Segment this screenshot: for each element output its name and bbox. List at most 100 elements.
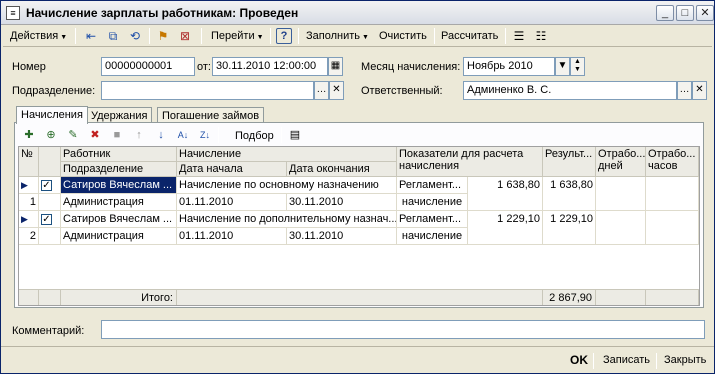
accrual-cell[interactable]: Начисление по дополнительному назнач...	[177, 211, 397, 228]
date-start-cell[interactable]: 01.11.2010	[177, 194, 287, 211]
header-date-start[interactable]: Дата начала	[177, 162, 287, 177]
selection-button[interactable]: Подбор	[235, 130, 274, 142]
structure-icon[interactable]: ⧉	[105, 28, 121, 44]
indicator-name-cell[interactable]: Регламент...	[397, 177, 468, 194]
month-field[interactable]: Ноябрь 2010	[463, 57, 555, 76]
help-icon[interactable]: ?	[276, 28, 292, 44]
fill-menu[interactable]: Заполнить ▼	[303, 27, 372, 45]
calendar-icon[interactable]: ▦	[328, 57, 343, 76]
date-field[interactable]: 30.11.2010 12:00:00	[212, 57, 328, 76]
separator	[656, 353, 657, 369]
department-label: Подразделение:	[12, 85, 96, 97]
clear-x-icon[interactable]: ✕	[329, 81, 344, 100]
footer-total-value: 2 867,90	[543, 289, 596, 305]
post-icon[interactable]: ⚑	[155, 28, 171, 44]
save-button[interactable]: Записать	[600, 351, 653, 370]
clear-button[interactable]: Очистить	[376, 27, 430, 45]
chevron-down-icon[interactable]: ▼	[555, 57, 570, 76]
separator	[270, 28, 271, 44]
comment-field[interactable]	[101, 320, 705, 339]
tab-panel: ✚ ⊕ ✎ ✖ ■ ↑ ↓ A↓ Z↓ Подбор ▤ № Работник …	[14, 122, 704, 308]
delete-row-icon[interactable]: ✖	[87, 127, 103, 143]
result-cell[interactable]: 1 638,80	[543, 177, 596, 211]
responsible-field[interactable]: Админенко В. С.	[463, 81, 677, 100]
header-result[interactable]: Результ...	[543, 147, 596, 177]
row-number: 1	[19, 194, 39, 211]
report-icon[interactable]: ▤	[287, 127, 303, 143]
maximize-icon[interactable]: □	[676, 5, 694, 21]
list-view-icon[interactable]: ☰	[511, 28, 527, 44]
row-checkbox[interactable]: ✓	[39, 177, 61, 194]
header-department[interactable]: Подразделение	[61, 162, 177, 177]
unpost-icon[interactable]: ⊠	[177, 28, 193, 44]
close-icon[interactable]: ✕	[696, 5, 714, 21]
result-cell[interactable]: 1 229,10	[543, 211, 596, 245]
move-up-icon[interactable]: ↑	[131, 127, 147, 143]
select-ellipsis-icon[interactable]: …	[677, 81, 692, 100]
header-indicators[interactable]: Показатели для расчета начисления	[397, 147, 543, 177]
hours-cell[interactable]	[646, 177, 699, 211]
goto-menu[interactable]: Перейти ▼	[208, 27, 267, 45]
number-field[interactable]: 00000000001	[101, 57, 195, 76]
header-days[interactable]: Отрабо... дней	[596, 147, 646, 177]
end-edit-icon[interactable]: ■	[109, 127, 125, 143]
number-label: Номер	[12, 61, 46, 73]
tab-accruals[interactable]: Начисления	[16, 106, 88, 124]
minimize-icon[interactable]: _	[656, 5, 674, 21]
accruals-grid[interactable]: № Работник Подразделение Начисление Дата…	[18, 146, 700, 306]
footer-cell	[19, 289, 39, 305]
separator	[201, 28, 202, 44]
department-cell[interactable]: Администрация	[61, 194, 177, 211]
spin-icon[interactable]: ▲ ▼	[570, 57, 585, 76]
worker-cell[interactable]: Сатиров Вячеслам ...	[61, 177, 177, 194]
sort-asc-icon[interactable]: A↓	[175, 127, 191, 143]
header-hours[interactable]: Отрабо... часов	[646, 147, 699, 177]
days-cell[interactable]	[596, 177, 646, 211]
worker-cell[interactable]: Сатиров Вячеслам ...	[61, 211, 177, 228]
header-date-end[interactable]: Дата окончания	[287, 162, 397, 177]
department-field[interactable]	[101, 81, 314, 100]
month-label: Месяц начисления:	[361, 61, 461, 73]
ok-button[interactable]: OK	[567, 351, 591, 370]
actions-label: Действия	[10, 30, 59, 42]
window-title: Начисление зарплаты работникам: Проведен	[26, 6, 299, 20]
close-button[interactable]: Закрыть	[661, 351, 709, 370]
department-cell[interactable]: Администрация	[61, 228, 177, 245]
add-row-icon[interactable]: ✚	[21, 127, 37, 143]
date-end-cell[interactable]: 30.11.2010	[287, 228, 397, 245]
header-accrual[interactable]: Начисление	[177, 147, 397, 162]
row-marker[interactable]: ▶	[19, 211, 39, 228]
calculate-button[interactable]: Рассчитать	[438, 27, 501, 45]
date-start-cell[interactable]: 01.11.2010	[177, 228, 287, 245]
clear-x-icon[interactable]: ✕	[692, 81, 707, 100]
comment-label: Комментарий:	[12, 325, 85, 337]
separator	[593, 353, 594, 369]
accrual-cell[interactable]: Начисление по основному назначению	[177, 177, 397, 194]
refresh-icon[interactable]: ⟲	[127, 28, 143, 44]
add-copy-icon[interactable]: ⊕	[43, 127, 59, 143]
indicator-name-cell[interactable]: Регламент...	[397, 211, 468, 228]
date-end-cell[interactable]: 30.11.2010	[287, 194, 397, 211]
indicator-value-cell[interactable]: 1 638,80	[468, 177, 543, 211]
row-marker[interactable]: ▶	[19, 177, 39, 194]
edit-row-icon[interactable]: ✎	[65, 127, 81, 143]
indicator-value-cell[interactable]: 1 229,10	[468, 211, 543, 245]
move-down-icon[interactable]: ↓	[153, 127, 169, 143]
document-icon: ≡	[6, 6, 20, 20]
actions-menu[interactable]: Действия ▼	[7, 27, 70, 45]
select-ellipsis-icon[interactable]: …	[314, 81, 329, 100]
row-checkbox[interactable]: ✓	[39, 211, 61, 228]
header-worker[interactable]: Работник	[61, 147, 177, 162]
days-cell[interactable]	[596, 211, 646, 245]
row-number: 2	[19, 228, 39, 245]
hours-cell[interactable]	[646, 211, 699, 245]
date-label: от:	[197, 61, 211, 73]
checkbox-icon: ✓	[41, 213, 52, 225]
footer-cell	[177, 289, 543, 305]
header-no: №	[19, 147, 39, 177]
back-arrow-icon[interactable]: ⇤	[83, 28, 99, 44]
sort-desc-icon[interactable]: Z↓	[197, 127, 213, 143]
settings-list-icon[interactable]: ☷	[533, 28, 549, 44]
goto-label: Перейти	[211, 30, 255, 42]
separator	[434, 28, 435, 44]
